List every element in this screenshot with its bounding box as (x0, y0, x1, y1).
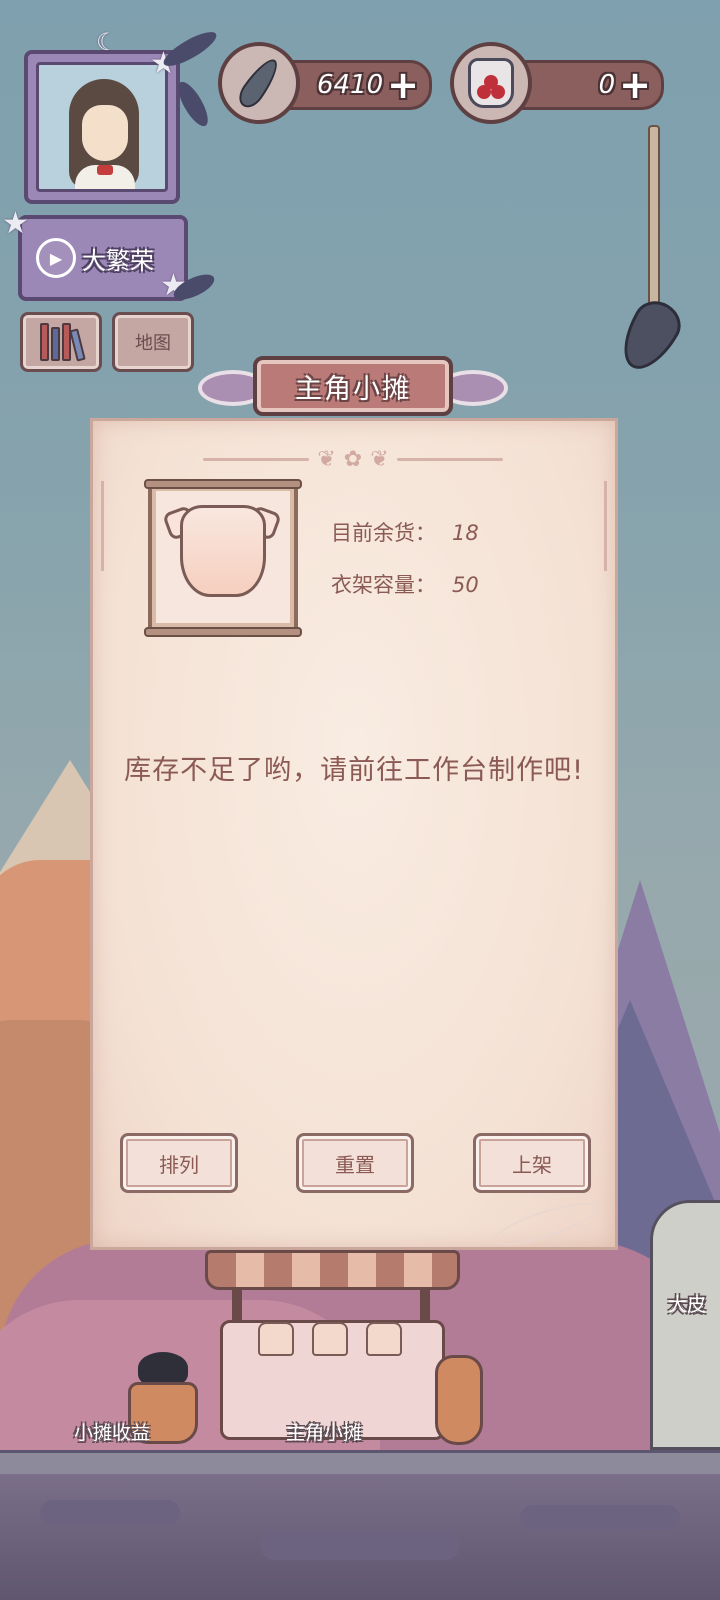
npc-character[interactable] (650, 1200, 720, 1450)
stall-awning (205, 1250, 460, 1290)
root (40, 1500, 180, 1526)
list-on-shelf-button[interactable]: 上架 (473, 1133, 591, 1193)
out-of-stock-message: 库存不足了哟，请前往工作台制作吧! (124, 755, 584, 786)
root (520, 1505, 680, 1531)
avatar-face (82, 105, 128, 161)
stall-label[interactable]: 主角小摊 (286, 1418, 362, 1445)
ground-strip (0, 1450, 720, 1474)
rack-capacity-value: 50 (452, 573, 479, 597)
feather-currency-value: 6410 (316, 70, 384, 100)
quill-watermark-icon (489, 1194, 603, 1254)
rack-top-bar (144, 479, 302, 489)
root (260, 1530, 460, 1560)
quill-feather-icon (233, 53, 285, 113)
books-icon (40, 323, 86, 362)
npc-label[interactable]: 大皮 (668, 1290, 706, 1317)
stall-dress-icon (312, 1322, 348, 1356)
reset-button[interactable]: 重置 (296, 1133, 414, 1193)
berry-jar-icon (468, 58, 514, 108)
avatar-portrait (36, 62, 168, 192)
berry-add-button[interactable]: + (619, 66, 651, 104)
ornament-icon: ✿ (343, 446, 363, 472)
dialog-title: 主角小摊 (253, 356, 453, 416)
moon-icon: ☾ (96, 28, 118, 56)
feather-currency: 6410 + (218, 42, 432, 126)
collection-button[interactable] (20, 312, 102, 372)
coal-pile (138, 1352, 188, 1384)
feather-currency-icon-frame (218, 42, 300, 124)
rack-capacity: 衣架容量： 50 (331, 569, 479, 599)
rack-capacity-label: 衣架容量： (331, 573, 436, 597)
stall-dress-icon (258, 1322, 294, 1356)
hanging-rod (648, 125, 660, 315)
berry-currency-icon-frame (450, 42, 532, 124)
vase-decoration (435, 1355, 483, 1445)
play-icon: ▶ (36, 238, 76, 278)
boom-label: 大繁荣 (82, 246, 154, 275)
ornament-icon: ❦ (370, 446, 389, 472)
berry-currency: 0 + (450, 42, 664, 126)
feather-add-button[interactable]: + (387, 66, 419, 104)
dress-icon (180, 505, 266, 597)
map-button-label: 地图 (135, 333, 171, 354)
clothes-rack[interactable] (144, 479, 302, 637)
avatar-bow (97, 165, 113, 175)
ornament-divider: ❦ ✿ ❦ (203, 439, 503, 479)
stall-dialog: ❦ ✿ ❦ 目前余货： 18 衣架容量： 50 库存不足了哟，请前往工作台制作吧! … (90, 418, 618, 1254)
corner-ornament (101, 481, 115, 571)
rack-bottom-bar (144, 627, 302, 637)
berry-currency-value: 0 (598, 70, 616, 100)
current-stock-value: 18 (452, 521, 479, 545)
ornament-icon: ❦ (317, 446, 336, 472)
income-label[interactable]: 小摊收益 (74, 1418, 150, 1445)
dialog-title-banner: 主角小摊 (168, 350, 538, 422)
star-icon: ★ (2, 206, 29, 241)
stall-dress-icon (366, 1322, 402, 1356)
corner-ornament (593, 481, 607, 571)
current-stock: 目前余货： 18 (331, 517, 479, 547)
arrange-button[interactable]: 排列 (120, 1133, 238, 1193)
current-stock-label: 目前余货： (331, 521, 436, 545)
